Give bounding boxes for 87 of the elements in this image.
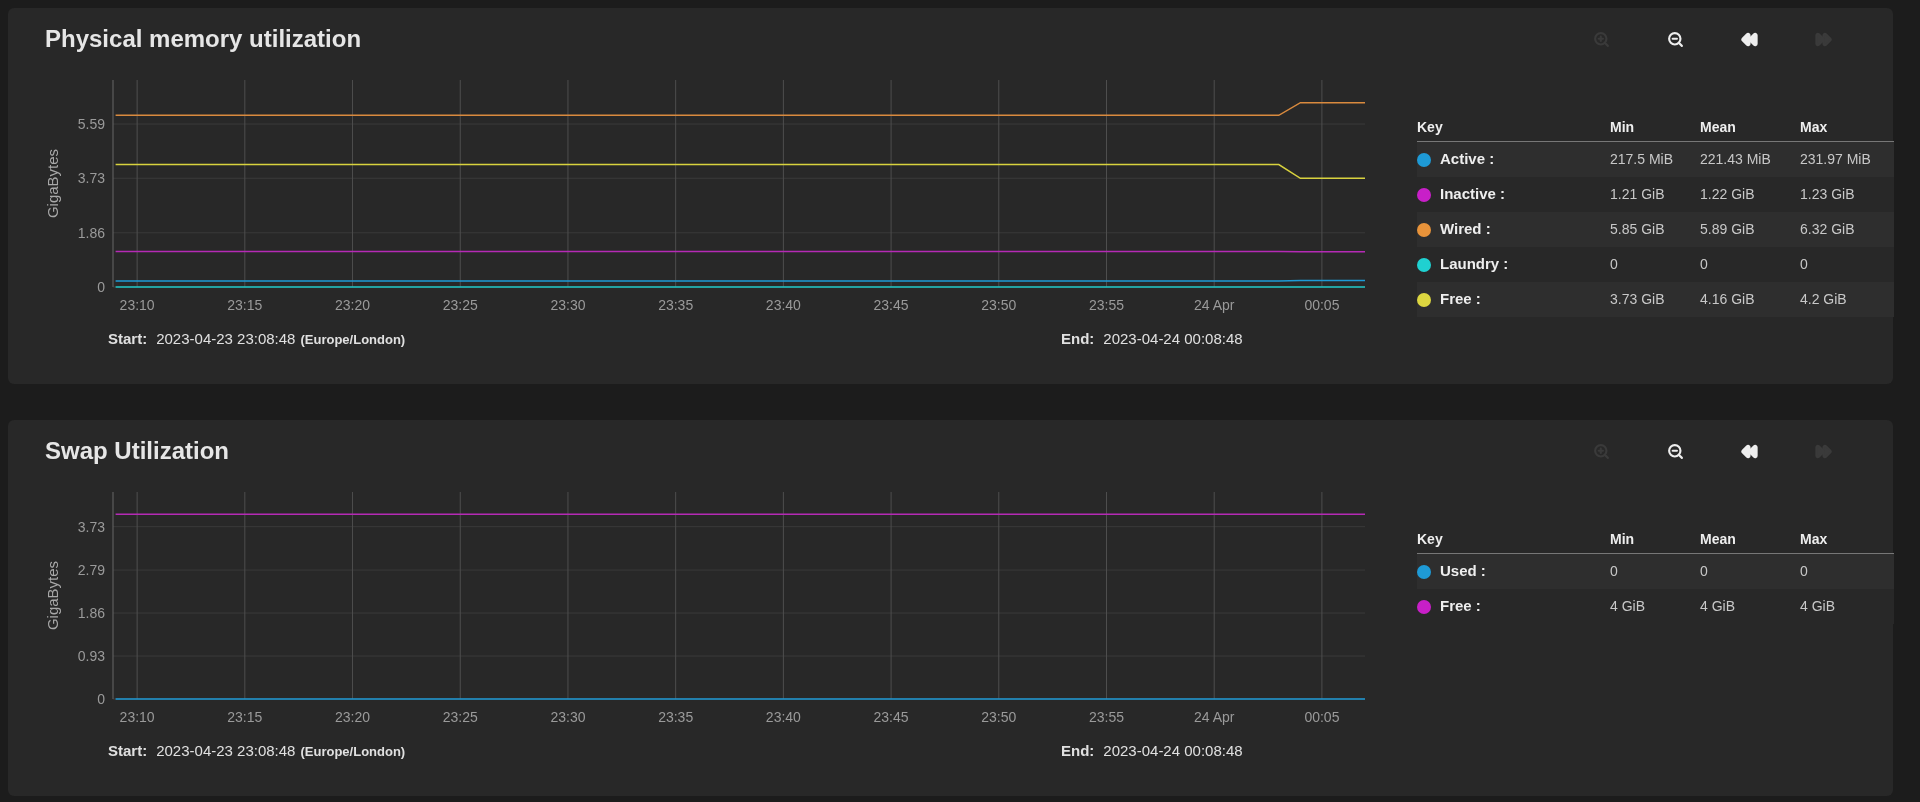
y-tick-label: 2.79 — [77, 562, 105, 579]
x-tick-label: 23:15 — [227, 297, 263, 313]
legend-value: 0 — [1700, 562, 1709, 581]
end-time: 2023-04-24 00:08:48 — [1103, 329, 1243, 349]
legend-value: 217.5 MiB — [1610, 150, 1675, 169]
legend-key: Wired : — [1440, 218, 1491, 241]
x-tick-label: 23:10 — [119, 709, 155, 725]
legend-value: 231.97 MiB — [1800, 150, 1872, 169]
legend-key: Inactive : — [1440, 183, 1506, 206]
zoom-out-icon — [1666, 30, 1684, 48]
end-label: End: — [1061, 329, 1095, 349]
rewind-icon — [1740, 30, 1758, 48]
x-tick-label: 23:25 — [442, 709, 478, 725]
start-label: Start: — [108, 329, 148, 349]
y-tick-label: 1.86 — [77, 224, 105, 241]
legend-value: 0 — [1610, 255, 1619, 274]
legend-value: 4.2 GiB — [1800, 290, 1848, 309]
x-tick-label: 24 Apr — [1193, 709, 1235, 725]
legend-value: 221.43 MiB — [1700, 150, 1772, 169]
x-tick-label: 24 Apr — [1193, 297, 1235, 313]
x-tick-label: 23:45 — [873, 709, 909, 725]
y-axis-title: GigaBytes — [44, 148, 61, 219]
legend-value: 1.22 GiB — [1700, 185, 1756, 204]
x-tick-label: 23:20 — [335, 709, 371, 725]
x-tick-label: 23:50 — [981, 709, 1017, 725]
legend-key: Used : — [1440, 560, 1486, 583]
x-tick-label: 23:15 — [227, 709, 263, 725]
timezone: (Europe/London) — [300, 331, 406, 349]
end-time: 2023-04-24 00:08:48 — [1103, 741, 1243, 761]
y-tick-label: 0 — [97, 279, 105, 295]
legend-column-header: Max — [1800, 118, 1829, 137]
legend-value: 4 GiB — [1800, 597, 1836, 616]
y-axis-title: GigaBytes — [44, 560, 61, 631]
x-tick-label: 23:55 — [1089, 297, 1124, 313]
x-tick-label: 23:35 — [658, 297, 694, 313]
legend-value: 0 — [1700, 255, 1709, 274]
y-tick-label: 1.86 — [77, 605, 105, 622]
legend-key: Free : — [1440, 595, 1481, 618]
legend-value: 4.16 GiB — [1700, 290, 1756, 309]
legend-column-header: Min — [1610, 118, 1636, 137]
y-tick-label: 5.59 — [77, 116, 105, 132]
zoom-out-icon — [1666, 442, 1684, 460]
x-tick-label: 23:45 — [873, 297, 909, 313]
x-tick-label: 00:05 — [1304, 297, 1340, 313]
legend-column-header: Mean — [1700, 530, 1737, 549]
x-tick-label: 23:40 — [765, 709, 801, 725]
y-tick-label: 0 — [97, 691, 105, 707]
legend-value: 4 GiB — [1610, 597, 1646, 616]
rewind-icon — [1740, 442, 1758, 460]
x-tick-label: 23:10 — [119, 297, 155, 313]
y-tick-label: 0.93 — [77, 648, 105, 665]
x-tick-label: 23:40 — [765, 297, 801, 313]
legend-column-header: Key — [1417, 118, 1444, 137]
legend-value: 6.32 GiB — [1800, 220, 1856, 239]
legend-value: 3.73 GiB — [1610, 290, 1666, 309]
x-tick-label: 23:20 — [335, 297, 371, 313]
legend-key: Free : — [1440, 288, 1481, 311]
x-tick-label: 23:30 — [550, 297, 586, 313]
x-tick-label: 23:30 — [550, 709, 586, 725]
x-tick-label: 23:25 — [442, 297, 478, 313]
start-label: Start: — [108, 741, 148, 761]
end-label: End: — [1061, 741, 1095, 761]
legend-key: Active : — [1440, 148, 1495, 171]
timezone: (Europe/London) — [300, 743, 406, 761]
legend-column-header: Min — [1610, 530, 1636, 549]
start-time: 2023-04-23 23:08:48 — [156, 329, 296, 349]
x-tick-label: 23:50 — [981, 297, 1017, 313]
x-tick-label: 23:55 — [1089, 709, 1124, 725]
legend-value: 0 — [1800, 255, 1809, 274]
legend-column-header: Mean — [1700, 118, 1737, 137]
x-tick-label: 23:35 — [658, 709, 694, 725]
legend-value: 5.89 GiB — [1700, 220, 1756, 239]
legend-value: 4 GiB — [1700, 597, 1736, 616]
legend-value: 1.21 GiB — [1610, 185, 1666, 204]
legend-value: 0 — [1610, 562, 1619, 581]
card-title: Swap Utilization — [45, 436, 229, 466]
legend-column-header: Max — [1800, 530, 1829, 549]
y-tick-label: 3.73 — [77, 170, 105, 187]
legend-value: 5.85 GiB — [1610, 220, 1666, 239]
legend-key: Laundry : — [1440, 253, 1509, 276]
x-tick-label: 00:05 — [1304, 709, 1340, 725]
legend-value: 0 — [1800, 562, 1809, 581]
legend-value: 1.23 GiB — [1800, 185, 1856, 204]
legend-column-header: Key — [1417, 530, 1444, 549]
y-tick-label: 3.73 — [77, 518, 105, 535]
start-time: 2023-04-23 23:08:48 — [156, 741, 296, 761]
card-title: Physical memory utilization — [45, 24, 362, 54]
